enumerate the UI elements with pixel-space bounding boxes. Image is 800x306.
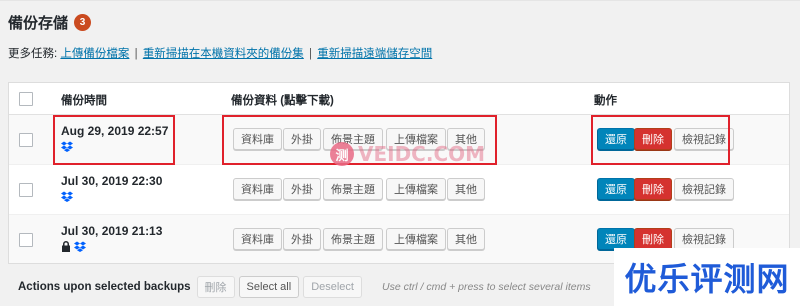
column-header-actions: 動作 bbox=[594, 95, 617, 107]
dropbox-icon bbox=[74, 241, 86, 252]
row-checkbox[interactable] bbox=[19, 183, 33, 197]
backup-storage-icons bbox=[61, 191, 73, 202]
download-others-button[interactable]: 其他 bbox=[447, 128, 485, 150]
dropbox-icon bbox=[61, 191, 73, 202]
page-header: 備份存儲 3 bbox=[8, 12, 92, 33]
bulk-actions-label: Actions upon selected backups bbox=[18, 281, 191, 293]
backup-date: Jul 30, 2019 21:13 bbox=[61, 224, 163, 238]
link-separator: | bbox=[309, 48, 313, 60]
column-header-time: 備份時間 bbox=[61, 95, 107, 107]
selection-hint: Use ctrl / cmd + press to select several… bbox=[381, 281, 591, 293]
download-database-button[interactable]: 資料庫 bbox=[233, 228, 282, 250]
backup-date: Jul 30, 2019 22:30 bbox=[61, 174, 163, 188]
download-others-button[interactable]: 其他 bbox=[447, 228, 485, 250]
backup-date: Aug 29, 2019 22:57 bbox=[61, 124, 169, 138]
corner-watermark-badge: 优乐评测网 bbox=[614, 248, 800, 306]
download-others-button[interactable]: 其他 bbox=[447, 178, 485, 200]
download-database-button[interactable]: 資料庫 bbox=[233, 128, 282, 150]
view-log-button[interactable]: 檢視記錄 bbox=[674, 228, 734, 250]
select-all-checkbox[interactable] bbox=[19, 92, 33, 106]
view-log-button[interactable]: 檢視記錄 bbox=[674, 178, 734, 200]
restore-button[interactable]: 還原 bbox=[597, 178, 635, 200]
download-uploads-button[interactable]: 上傳檔案 bbox=[386, 128, 446, 150]
upload-backup-link[interactable]: 上傳備份檔案 bbox=[60, 48, 129, 60]
download-uploads-button[interactable]: 上傳檔案 bbox=[386, 228, 446, 250]
count-badge: 3 bbox=[74, 14, 92, 31]
lock-icon bbox=[62, 241, 70, 252]
download-plugins-button[interactable]: 外掛 bbox=[283, 228, 321, 250]
more-tasks-label: 更多任務: bbox=[8, 48, 58, 60]
view-log-button[interactable]: 檢視記錄 bbox=[674, 128, 734, 150]
corner-watermark-text: 优乐评测网 bbox=[624, 261, 790, 297]
rescan-local-link[interactable]: 重新掃描在本機資料夾的備份集 bbox=[143, 48, 304, 60]
download-database-button[interactable]: 資料庫 bbox=[233, 178, 282, 200]
top-divider bbox=[0, 0, 800, 1]
page-title: 備份存儲 bbox=[8, 15, 69, 32]
download-themes-button[interactable]: 佈景主題 bbox=[323, 128, 383, 150]
restore-button[interactable]: 還原 bbox=[597, 228, 635, 250]
download-plugins-button[interactable]: 外掛 bbox=[283, 128, 321, 150]
deselect-button[interactable]: Deselect bbox=[303, 276, 362, 298]
rescan-remote-link[interactable]: 重新掃描遠端儲存空間 bbox=[317, 48, 432, 60]
download-themes-button[interactable]: 佈景主題 bbox=[323, 228, 383, 250]
row-checkbox[interactable] bbox=[19, 133, 33, 147]
restore-button[interactable]: 還原 bbox=[597, 128, 635, 150]
backup-storage-icons bbox=[61, 141, 73, 152]
delete-button[interactable]: 刪除 bbox=[634, 128, 672, 150]
download-plugins-button[interactable]: 外掛 bbox=[283, 178, 321, 200]
bulk-delete-button[interactable]: 刪除 bbox=[196, 276, 235, 298]
download-themes-button[interactable]: 佈景主題 bbox=[323, 178, 383, 200]
more-tasks-bar: 更多任務: 上傳備份檔案 | 重新掃描在本機資料夾的備份集 | 重新掃描遠端儲存… bbox=[8, 45, 432, 61]
delete-button[interactable]: 刪除 bbox=[634, 228, 672, 250]
table-row: Jul 30, 2019 22:30 資料庫 外掛 佈景主題 上傳檔案 其他 還… bbox=[9, 165, 789, 215]
row-checkbox[interactable] bbox=[19, 233, 33, 247]
link-separator: | bbox=[134, 48, 138, 60]
select-all-button[interactable]: Select all bbox=[238, 276, 300, 298]
backup-storage-icons bbox=[61, 241, 86, 252]
bulk-actions-bar: Actions upon selected backups 刪除 Select … bbox=[18, 276, 591, 298]
table-row: Aug 29, 2019 22:57 資料庫 外掛 佈景主題 上傳檔案 其他 還… bbox=[9, 115, 789, 165]
delete-button[interactable]: 刪除 bbox=[634, 178, 672, 200]
dropbox-icon bbox=[61, 141, 73, 152]
download-uploads-button[interactable]: 上傳檔案 bbox=[386, 178, 446, 200]
column-header-data: 備份資料 (點擊下載) bbox=[231, 95, 334, 107]
table-header: 備份時間 備份資料 (點擊下載) 動作 bbox=[9, 83, 789, 115]
backup-table: 備份時間 備份資料 (點擊下載) 動作 Aug 29, 2019 22:57 資… bbox=[8, 82, 790, 264]
